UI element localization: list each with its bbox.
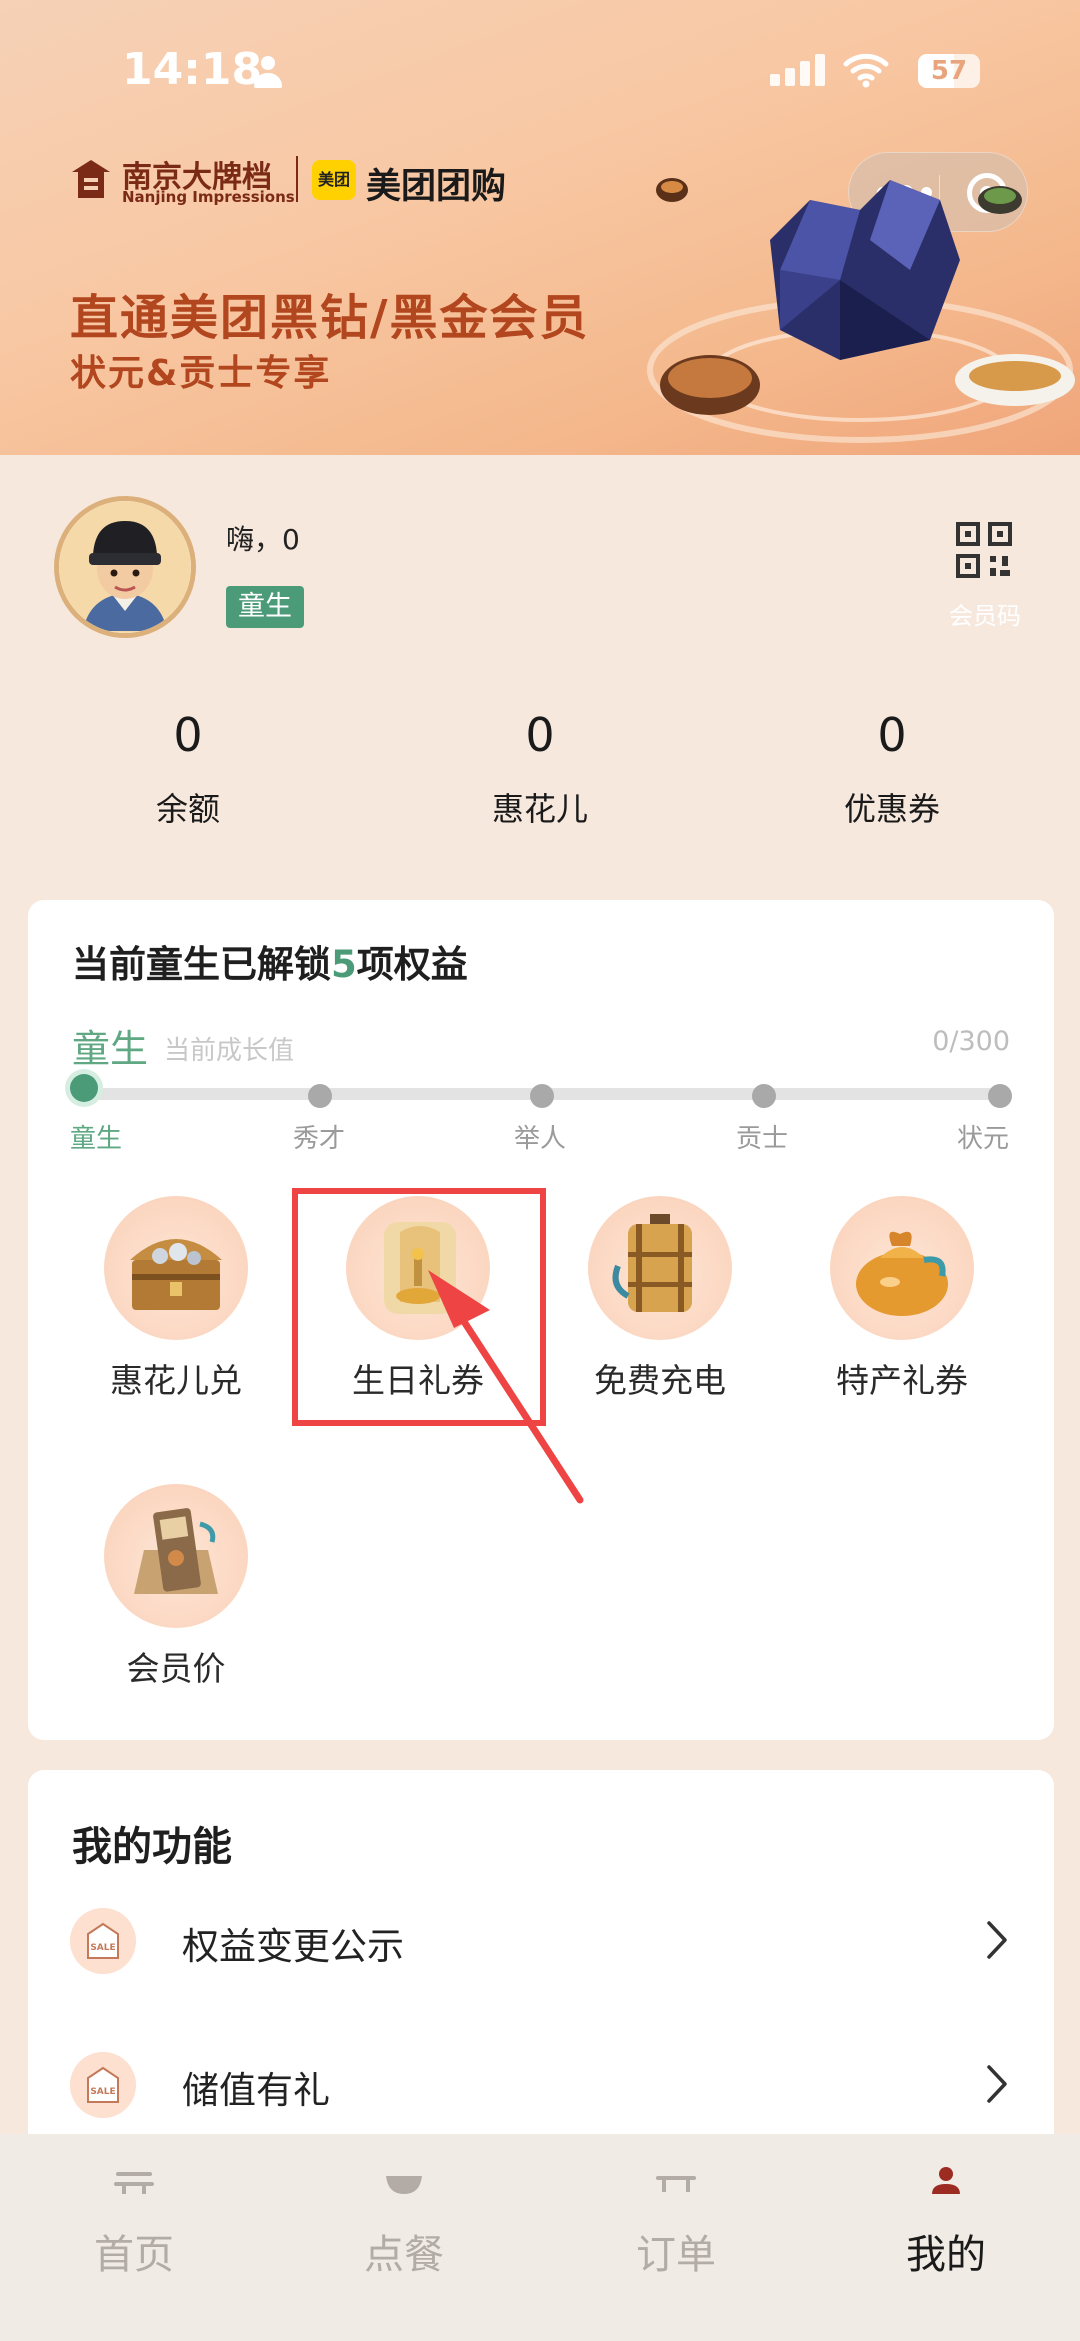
brand-name-en: Nanjing Impressions bbox=[122, 188, 295, 206]
tab-mine[interactable]: 我的 bbox=[846, 2164, 1046, 2280]
gift-bag-icon bbox=[830, 1196, 974, 1340]
function-item-stored-value[interactable]: SALE 储值有礼 bbox=[28, 2042, 1054, 2132]
sale-tag-icon: SALE bbox=[70, 2052, 136, 2118]
profile-icon bbox=[932, 2167, 960, 2194]
tab-label: 点餐 bbox=[364, 2232, 444, 2278]
unlocked-count: 5 bbox=[331, 943, 357, 986]
tab-label: 我的 bbox=[906, 2232, 986, 2278]
home-icon bbox=[114, 2172, 154, 2194]
level-label: 秀才 bbox=[293, 1124, 346, 1154]
function-label: 储值有礼 bbox=[182, 2069, 330, 2112]
tab-home[interactable]: 首页 bbox=[34, 2164, 234, 2280]
level-dot-tongsheng bbox=[70, 1074, 98, 1102]
stat-label: 余额 bbox=[155, 790, 220, 828]
svg-text:SALE: SALE bbox=[90, 1943, 115, 1953]
scholar-avatar-icon bbox=[59, 501, 191, 633]
order-icon bbox=[656, 2176, 696, 2192]
function-item-benefit-notice[interactable]: SALE 权益变更公示 bbox=[28, 1898, 1054, 1988]
qr-code-label[interactable]: 会员码 bbox=[940, 596, 1030, 631]
stat-value: 0 bbox=[173, 708, 203, 762]
benefit-specialty-coupon[interactable]: 特产礼券 bbox=[802, 1196, 1002, 1402]
stat-value: 0 bbox=[877, 708, 907, 762]
status-bar: 14:18 57 bbox=[0, 40, 1080, 106]
level-label: 童生 bbox=[70, 1124, 123, 1154]
benefit-points-exchange[interactable]: 惠花儿兑 bbox=[76, 1196, 276, 1402]
functions-title: 我的功能 bbox=[72, 1824, 232, 1870]
banner-title: 直通美团黑钻/黑金会员 bbox=[70, 290, 590, 346]
wifi-icon bbox=[843, 53, 889, 88]
level-label: 举人 bbox=[514, 1124, 567, 1154]
benefit-label: 惠花儿兑 bbox=[110, 1361, 242, 1400]
battery-icon: 57 bbox=[918, 54, 980, 88]
brand-divider bbox=[296, 156, 298, 202]
growth-hint: 当前成长值 bbox=[164, 1036, 295, 1066]
benefit-label: 会员价 bbox=[126, 1649, 226, 1688]
qr-code-icon[interactable] bbox=[956, 522, 1012, 578]
user-status-icon bbox=[252, 56, 284, 90]
stat-value: 0 bbox=[525, 708, 555, 762]
meituan-logo: 美团 bbox=[312, 160, 356, 200]
benefit-member-price[interactable]: 会员价 bbox=[76, 1484, 276, 1690]
level-dot-juren bbox=[530, 1084, 554, 1108]
status-time: 14:18 bbox=[122, 44, 263, 95]
chevron-right-icon bbox=[987, 2065, 1007, 2103]
tab-orders[interactable]: 订单 bbox=[576, 2164, 776, 2280]
lantern-charge-icon bbox=[588, 1196, 732, 1340]
member-level-badge: 童生 bbox=[226, 586, 304, 628]
stat-points[interactable]: 0 惠花儿 bbox=[400, 708, 680, 830]
chevron-right-icon bbox=[987, 1921, 1007, 1959]
avatar[interactable] bbox=[54, 496, 196, 638]
member-price-icon bbox=[104, 1484, 248, 1628]
benefit-label: 特产礼券 bbox=[836, 1361, 968, 1400]
signal-icon bbox=[770, 54, 826, 86]
stat-balance[interactable]: 0 余额 bbox=[48, 708, 328, 830]
tab-label: 订单 bbox=[636, 2232, 716, 2278]
stat-coupons[interactable]: 0 优惠券 bbox=[752, 708, 1032, 830]
bowl-icon bbox=[386, 2176, 422, 2194]
diamond-food-illustration bbox=[647, 178, 1075, 443]
current-level: 童生 bbox=[72, 1027, 149, 1071]
level-label: 贡士 bbox=[736, 1124, 789, 1154]
bottom-tab-bar: 首页 点餐 订单 我的 bbox=[0, 2134, 1080, 2341]
stat-label: 惠花儿 bbox=[491, 790, 588, 828]
function-label: 权益变更公示 bbox=[182, 1925, 404, 1968]
level-dot-gongshi bbox=[752, 1084, 776, 1108]
battery-level: 57 bbox=[930, 56, 968, 86]
pointer-arrow-icon bbox=[428, 1270, 584, 1504]
member-banner[interactable]: 14:18 57 南京大牌档 Nanjing Impressions 美团 美团… bbox=[0, 0, 1080, 455]
tab-label: 首页 bbox=[94, 2232, 174, 2278]
brand-logo-icon bbox=[72, 160, 110, 198]
treasure-chest-icon bbox=[104, 1196, 248, 1340]
sale-tag-icon: SALE bbox=[70, 1908, 136, 1974]
svg-text:SALE: SALE bbox=[90, 2087, 115, 2097]
growth-value: 0/300 bbox=[932, 1026, 1010, 1057]
greeting-text: 嗨，0 bbox=[226, 523, 300, 556]
level-label: 状元 bbox=[957, 1124, 1010, 1154]
meituan-label: 美团团购 bbox=[366, 167, 507, 207]
tab-order-food[interactable]: 点餐 bbox=[304, 2164, 504, 2280]
banner-subtitle: 状元&贡士专享 bbox=[70, 353, 332, 394]
stat-label: 优惠券 bbox=[843, 790, 940, 828]
level-dot-xiucai bbox=[308, 1084, 332, 1108]
benefits-title: 当前童生已解锁5项权益 bbox=[72, 943, 468, 986]
level-dot-zhuangyuan bbox=[988, 1084, 1012, 1108]
